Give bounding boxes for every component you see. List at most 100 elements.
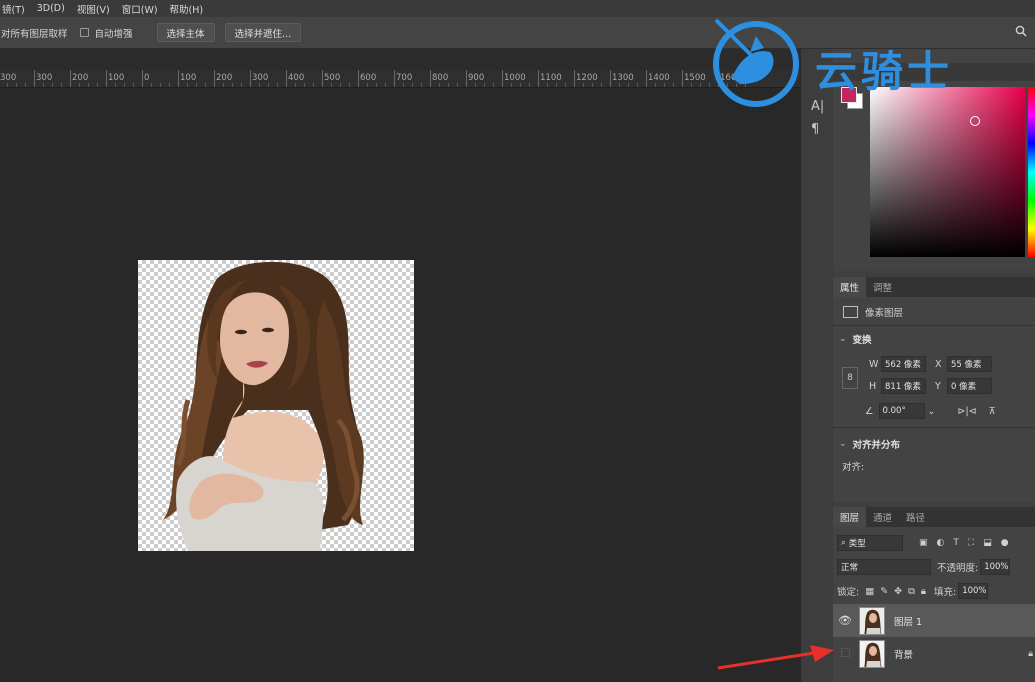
transform-title: 变换 (852, 335, 872, 346)
auto-enhance-label: 自动增强 (94, 28, 133, 40)
ruler-minor-tick (97, 83, 98, 87)
ruler-tick-label: 700 (396, 73, 413, 83)
color-picker-cursor[interactable] (970, 116, 980, 126)
auto-enhance-checkbox[interactable] (79, 28, 89, 37)
ruler-minor-tick (619, 83, 620, 87)
lock-all-icon[interactable]: 🔒︎ (921, 586, 926, 597)
x-field[interactable]: 55 像素 (947, 356, 992, 372)
lock-artboard-icon[interactable]: ⧉ (908, 586, 915, 597)
layers-tabs: 图层 通道 路径 (833, 507, 1035, 527)
blend-mode-select[interactable]: 正常 (837, 559, 931, 575)
ruler-tick-label: 300 (36, 73, 53, 83)
ruler-minor-tick (241, 83, 242, 87)
ruler-minor-tick (592, 83, 593, 87)
tab-channels[interactable]: 通道 (866, 507, 899, 527)
align-section-header[interactable]: ⌄ 对齐并分布 (839, 437, 900, 451)
filter-pixel-icon[interactable]: ▣ (919, 538, 928, 548)
ruler-minor-tick (133, 83, 134, 87)
chevron-down-icon[interactable]: ⌄ (928, 406, 936, 417)
ruler-major-tick (358, 70, 359, 87)
ruler-minor-tick (196, 83, 197, 87)
horizontal-ruler[interactable]: 300 300 200 100 0 100 200 300 400 500 600 700 800 900… (0, 70, 800, 88)
layer-name[interactable]: 背景 (894, 647, 913, 661)
width-row: W 562 像素 X 55 像素 (869, 356, 992, 372)
ruler-minor-tick (115, 83, 116, 87)
angle-field[interactable]: 0.00° (878, 403, 925, 419)
link-dimensions-icon[interactable]: 8 (842, 367, 858, 389)
ruler-tick-label: 200 (72, 73, 89, 83)
select-and-mask-button[interactable]: 选择并遮住... (224, 23, 302, 42)
filter-smart-object-icon[interactable]: ⬓ (983, 538, 992, 548)
tab-paths[interactable]: 路径 (899, 507, 932, 527)
ruler-minor-tick (493, 83, 494, 87)
ruler-minor-tick (124, 83, 125, 87)
height-label: H (869, 380, 877, 392)
transform-section-header[interactable]: ⌄ 变换 (839, 332, 872, 346)
flip-vertical-icon[interactable]: ⊼ (989, 406, 996, 417)
select-subject-button[interactable]: 选择主体 (156, 23, 215, 42)
ruler-minor-tick (565, 83, 566, 87)
ruler-tick-label: 1000 (504, 73, 526, 83)
menu-window[interactable]: 窗口(W) (120, 2, 162, 16)
ruler-minor-tick (277, 83, 278, 87)
ruler-minor-tick (637, 83, 638, 87)
ruler-major-tick (430, 70, 431, 87)
filter-shape-icon[interactable]: ⛶ (968, 538, 974, 548)
ruler-tick-label: 1500 (684, 73, 706, 83)
lock-position-icon[interactable]: ✥ (894, 586, 902, 597)
ruler-minor-tick (187, 83, 188, 87)
ruler-major-tick (646, 70, 647, 87)
filter-type-icon[interactable]: T (953, 538, 959, 548)
visibility-toggle[interactable] (833, 647, 857, 660)
lock-pixels-icon[interactable]: ✎ (880, 586, 888, 597)
layer-kind-filter[interactable]: ⌕ 类型 (837, 535, 903, 551)
ruler-minor-tick (268, 83, 269, 87)
layer-row[interactable]: 背景 🔒︎ (833, 637, 1035, 670)
ruler-minor-tick (484, 83, 485, 87)
lock-row: 锁定: ▦ ✎ ✥ ⧉ 🔒︎ 填充: 100% (837, 583, 989, 599)
hue-slider[interactable] (1028, 87, 1035, 257)
annotation-arrow (717, 645, 834, 670)
ruler-minor-tick (349, 83, 350, 87)
layer-name[interactable]: 图层 1 (894, 614, 922, 628)
ruler-minor-tick (313, 83, 314, 87)
properties-tabs: 属性 调整 (833, 277, 1035, 297)
color-picker-field[interactable] (870, 87, 1025, 257)
watermark-text: 云骑士 (815, 47, 954, 96)
ruler-major-tick (286, 70, 287, 87)
ruler-minor-tick (448, 83, 449, 87)
properties-panel: 属性 调整 像素图层 ⌄ 变换 8 W 562 像素 X 55 像素 H 811… (833, 277, 1035, 502)
menu-3d[interactable]: 3D(D) (35, 3, 69, 14)
ruler-major-tick (574, 70, 575, 87)
document-canvas[interactable] (138, 260, 414, 551)
layers-panel: 图层 通道 路径 ⌕ 类型 ▣ ◐ T ⛶ ⬓ ● 正常 不透明度: 100% … (833, 507, 1035, 682)
height-field[interactable]: 811 像素 (881, 378, 926, 394)
flip-horizontal-icon[interactable]: ⊳|⊲ (958, 406, 977, 417)
ruler-minor-tick (457, 83, 458, 87)
lock-transparent-icon[interactable]: ▦ (865, 586, 874, 597)
fill-field[interactable]: 100% (958, 583, 989, 599)
ruler-minor-tick (205, 83, 206, 87)
tab-properties[interactable]: 属性 (833, 277, 867, 297)
ruler-major-tick (106, 70, 107, 87)
ruler-tick-label: 900 (468, 73, 485, 83)
menu-view[interactable]: 视图(V) (75, 2, 114, 16)
filter-adjustment-icon[interactable]: ◐ (937, 538, 945, 548)
y-field[interactable]: 0 像素 (947, 378, 992, 394)
tab-layers[interactable]: 图层 (833, 507, 867, 527)
paragraph-panel-icon[interactable]: ¶ (811, 122, 819, 137)
opacity-field[interactable]: 100% (980, 559, 1011, 575)
align-row: 对齐: (842, 459, 864, 473)
menu-filter[interactable]: 镜(T) (0, 2, 29, 16)
layer-row[interactable]: 👁︎ 图层 1 (833, 604, 1035, 637)
tab-adjustments[interactable]: 调整 (866, 277, 899, 297)
ruler-minor-tick (376, 83, 377, 87)
ruler-minor-tick (340, 83, 341, 87)
menu-help[interactable]: 帮助(H) (168, 2, 208, 16)
filter-toggle-icon[interactable]: ● (1001, 538, 1009, 548)
layer-kind-label: 类型 (848, 539, 866, 549)
ruler-minor-tick (601, 83, 602, 87)
width-field[interactable]: 562 像素 (881, 356, 926, 372)
chevron-down-icon: ⌄ (839, 439, 847, 449)
eye-icon[interactable]: 👁︎ (833, 614, 857, 627)
